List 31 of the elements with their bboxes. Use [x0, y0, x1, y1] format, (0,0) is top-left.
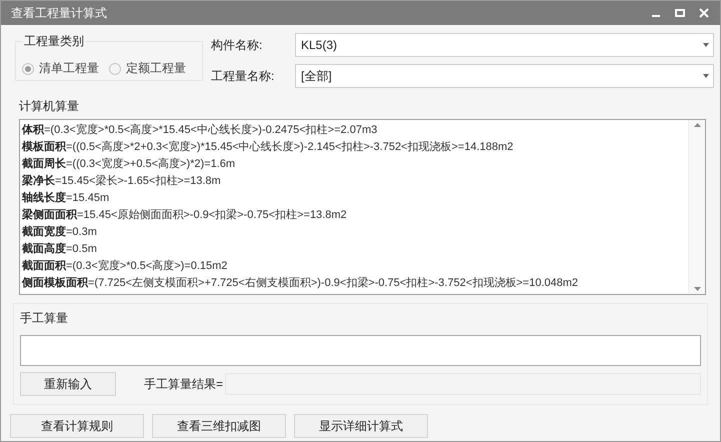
scroll-down-icon[interactable] [694, 287, 700, 291]
formula-line: 轴线长度=15.45m [22, 190, 110, 206]
formula-line: 截面周长=((0.3<宽度>+0.5<高度>)*2)=1.6m [22, 156, 236, 172]
formula-line: 模板面积=((0.5<高度>*2+0.3<宽度>)*15.45<中心线长度>)-2.145<扣柱>-3.752<扣现浇板>=14.188m2 [22, 140, 514, 155]
formula-line: 梁净长=15.45<梁长>-1.65<扣柱>=13.8m [22, 174, 222, 189]
field-label: 构件名称: [211, 36, 264, 54]
formula-line: 截面面积=(0.3<宽度>*0.5<高度>)=0.15m2 [22, 258, 228, 274]
formula-line: 截面高度=0.5m [22, 242, 98, 257]
formula-line: 梁侧面面积=15.45<原始侧面面积>-0.9<扣梁>-0.75<扣柱>=13.8m2 [22, 208, 348, 223]
push-button[interactable]: 重新输入 [20, 372, 116, 396]
window-title: 查看工程量计算式 [11, 4, 108, 22]
scroll-up-icon[interactable] [694, 123, 700, 127]
scrollbar[interactable] [688, 120, 705, 294]
close-icon[interactable] [698, 7, 710, 19]
section-label: 计算机算量 [19, 99, 79, 113]
push-button[interactable]: 查看计算规则 [10, 414, 144, 438]
input-field[interactable] [20, 335, 701, 366]
section-label: 手工算量 [20, 311, 68, 325]
field-label: 工程量名称: [211, 68, 276, 84]
result-label: 手工算量结果= [144, 376, 224, 392]
formula-line: 侧面模板面积=(7.725<左侧支模面积>+7.725<右侧支模面积>)-0.9<扣梁>-0.75<扣柱>-3.752<扣现浇板>=10.048m2 [22, 276, 580, 291]
caret-icon [703, 74, 709, 78]
dropdown-field[interactable]: KL5(3) [295, 33, 714, 57]
group-label: 工程量类别 [23, 33, 85, 50]
push-button[interactable]: 查看三维扣减图 [152, 414, 286, 438]
formula-line: 体积=(0.3<宽度>*0.5<高度>*15.45<中心线长度>)-0.2475<扣柱>=2.07m3 [22, 122, 378, 138]
push-button[interactable]: 显示详细计算式 [294, 414, 428, 438]
caret-icon [703, 43, 709, 47]
maximize-icon[interactable] [674, 7, 686, 19]
formula-line: 截面宽度=0.3m [22, 224, 98, 240]
dropdown-field[interactable]: [全部] [295, 64, 714, 88]
